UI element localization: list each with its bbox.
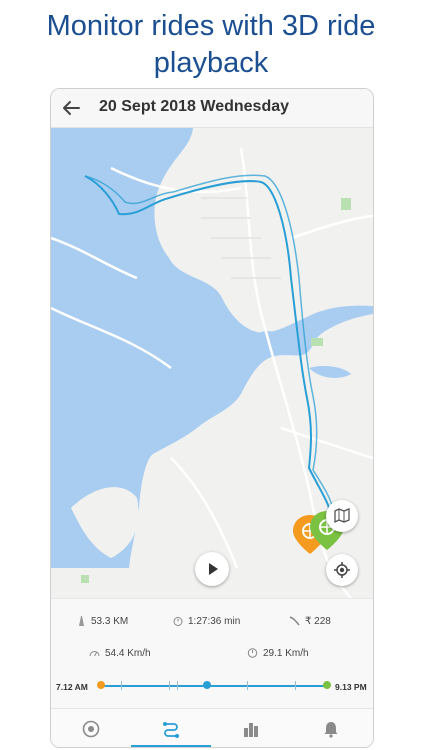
distance-stat: 53.3 KM [77,616,128,627]
timeline-track[interactable] [101,685,327,687]
speed2-stat: 29.1 Km/h [247,648,309,659]
crosshair-icon [334,562,350,578]
map-layers-icon [334,508,350,524]
ride-stats: 53.3 KM 1:27:36 min ₹ 228 54.4 Km/h 29.1… [51,598,373,709]
phone-frame: 20 Sept 2018 Wednesday 53.3 KM 1:27:36 m… [50,88,374,748]
bottom-nav [51,708,373,747]
map-canvas [51,128,373,598]
headline: Monitor rides with 3D ride playback [46,10,376,79]
timeline-end-dot [323,681,331,689]
timeline-end: 9.13 PM [335,682,367,692]
timeline-handle[interactable] [203,681,212,689]
page-title: 20 Sept 2018 Wednesday [99,98,290,115]
gauge-icon [247,648,258,659]
app-bar: 20 Sept 2018 Wednesday [51,89,373,128]
timeline-tick [295,681,296,690]
bell-icon [324,722,338,738]
timeline-tick [169,681,170,690]
fuel-icon [289,616,300,626]
play-button[interactable] [195,552,229,586]
speedometer-icon [89,651,100,657]
nav-rides[interactable] [131,709,211,747]
speed2-value: 29.1 Km/h [263,648,309,659]
cost-stat: ₹ 228 [289,616,331,627]
cost-value: ₹ 228 [305,616,331,627]
road-icon [79,616,84,627]
duration-stat: 1:27:36 min [173,616,240,627]
nav-alerts[interactable] [291,709,371,747]
timeline-start-dot [97,681,105,689]
locate-button[interactable] [326,554,358,586]
bar-chart-icon [244,723,258,737]
stopwatch-icon [173,617,183,627]
play-icon [209,563,218,575]
ride-map[interactable] [51,128,373,598]
duration-value: 1:27:36 min [188,616,241,627]
nav-stats[interactable] [211,709,291,747]
avg-speed-stat: 54.4 Km/h [89,648,151,659]
timeline-tick [121,681,122,690]
arrow-left-icon[interactable] [59,96,83,120]
distance-value: 53.3 KM [91,616,129,627]
map-layers-button[interactable] [326,500,358,532]
route-icon [163,722,179,738]
avg-speed-value: 54.4 Km/h [105,648,151,659]
timeline-start: 7.12 AM [56,682,88,692]
nav-dashboard[interactable] [51,709,131,747]
timeline-tick [247,681,248,690]
timeline-tick [177,681,178,690]
speedometer-icon [82,720,100,738]
